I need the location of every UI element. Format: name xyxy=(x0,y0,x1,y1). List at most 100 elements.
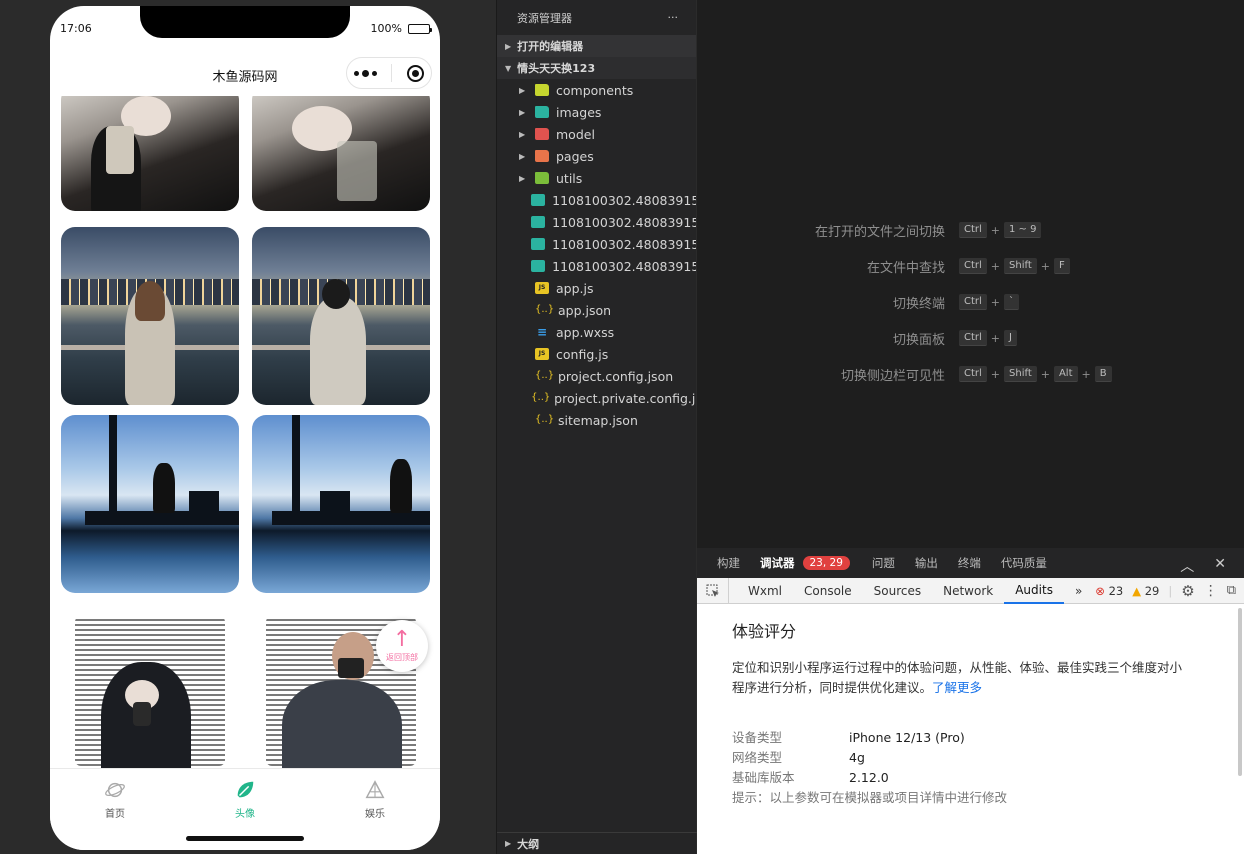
tree-file[interactable]: ▶JSapp.js xyxy=(497,277,696,299)
tree-folder[interactable]: ▶ components xyxy=(497,79,696,101)
devtools-tab-sources[interactable]: Sources xyxy=(863,578,932,604)
tree-item-label: model xyxy=(556,126,595,142)
tab-build[interactable]: 构建 xyxy=(717,555,740,571)
more-actions-icon[interactable]: ··· xyxy=(668,11,679,24)
tree-file[interactable]: ▶≡app.wxss xyxy=(497,321,696,343)
shortcut-key: F xyxy=(1053,258,1070,274)
avatar-image[interactable] xyxy=(61,96,239,211)
tab-problems[interactable]: 问题 xyxy=(872,555,895,571)
bottom-panel: 构建 调试器 23, 29 问题 输出 终端 代码质量 ︿ ✕ Wxml Con… xyxy=(697,548,1244,854)
tree-item-label: components xyxy=(556,82,634,98)
devtools-tab-console[interactable]: Console xyxy=(793,578,863,604)
nav-title: 木鱼源码网 xyxy=(212,69,278,85)
phone-notch xyxy=(140,6,350,38)
audit-title: 体验评分 xyxy=(732,622,797,641)
open-editors-section[interactable]: ▶ 打开的编辑器 xyxy=(497,35,696,57)
close-target-icon[interactable] xyxy=(406,64,424,82)
tree-file[interactable]: ▶{..}project.config.json xyxy=(497,365,696,387)
home-indicator xyxy=(186,836,304,841)
tree-folder[interactable]: ▶ images xyxy=(497,101,696,123)
more-tabs-icon[interactable]: » xyxy=(1064,578,1093,604)
tree-folder[interactable]: ▶ utils xyxy=(497,167,696,189)
chevron-right-icon: ▶ xyxy=(519,173,526,183)
shortcut-key: Shift xyxy=(1004,366,1037,382)
tree-file[interactable]: ▶{..}app.json xyxy=(497,299,696,321)
devtools-tab-audits[interactable]: Audits xyxy=(1004,578,1064,604)
back-to-top-label: 返回顶部 xyxy=(386,652,418,662)
avatar-image[interactable] xyxy=(252,96,430,211)
scrollbar[interactable] xyxy=(1238,608,1242,776)
tree-folder[interactable]: ▶ pages xyxy=(497,145,696,167)
tree-file[interactable]: ▶1108100302.48083915... xyxy=(497,233,696,255)
error-count[interactable]: ⊗ 23 xyxy=(1095,584,1123,598)
folder-icon xyxy=(535,84,549,96)
close-icon[interactable]: ✕ xyxy=(1214,556,1226,576)
shortcut-row: 在文件中查找 Ctrl + Shift + F xyxy=(697,256,1244,276)
image-file-icon xyxy=(531,238,546,250)
avatar-image[interactable] xyxy=(61,606,239,768)
leaf-icon xyxy=(237,781,254,798)
kebab-menu-icon[interactable]: ⋮ xyxy=(1204,583,1218,599)
shortcut-key: Ctrl xyxy=(959,294,987,310)
network-label: 网络类型 xyxy=(732,750,783,765)
device-row: 设备类型 iPhone 12/13 (Pro) xyxy=(732,728,1192,748)
json-file-icon: {..} xyxy=(535,370,555,381)
file-tree: ▶ components ▶ images ▶ model ▶ pages ▶ utils ▶110… xyxy=(497,79,696,431)
learn-more-link[interactable]: 了解更多 xyxy=(932,680,982,695)
tab-terminal[interactable]: 终端 xyxy=(958,555,981,571)
devtools-tab-wxml[interactable]: Wxml xyxy=(737,578,793,604)
chevron-up-icon[interactable]: ︿ xyxy=(1180,556,1194,576)
lib-version-row: 基础库版本 2.12.0 xyxy=(732,768,1192,788)
tree-folder[interactable]: ▶ model xyxy=(497,123,696,145)
more-dots-icon[interactable] xyxy=(354,69,378,77)
image-file-icon xyxy=(531,216,546,228)
chevron-right-icon: ▶ xyxy=(505,839,512,848)
warning-count[interactable]: ▲ 29 xyxy=(1132,584,1159,598)
tree-item-label: app.js xyxy=(556,280,594,296)
chevron-right-icon: ▶ xyxy=(505,41,512,51)
chevron-right-icon: ▶ xyxy=(519,129,526,139)
dock-icon[interactable]: ⧉ xyxy=(1227,583,1236,598)
js-file-icon: JS xyxy=(535,282,549,294)
avatar-image[interactable] xyxy=(61,227,239,405)
tab-home[interactable]: 首页 xyxy=(50,769,180,850)
avatar-image[interactable] xyxy=(252,227,430,405)
tab-entertainment[interactable]: 娱乐 xyxy=(310,769,440,850)
inspect-element-icon[interactable] xyxy=(697,577,729,604)
audit-panel: 体验评分 定位和识别小程序运行过程中的体验问题，从性能、体验、最佳实践三个维度对… xyxy=(732,618,1192,808)
tree-file[interactable]: ▶{..}project.private.config.js... xyxy=(497,387,696,409)
devtools-tab-network[interactable]: Network xyxy=(932,578,1004,604)
devtools-status: ⊗ 23 ▲ 29 | ⚙ ⋮ ⧉ xyxy=(1095,581,1236,600)
explorer-pane: 资源管理器 ··· ▶ 打开的编辑器 ▼ 情头天天换123 ▶ component… xyxy=(496,0,697,854)
tree-item-label: 1108100302.48083915... xyxy=(552,214,696,230)
devtools-toolbar: Wxml Console Sources Network Audits » ⊗ … xyxy=(697,577,1244,604)
network-value: 4g xyxy=(849,750,865,765)
tree-file[interactable]: ▶1108100302.48083915... xyxy=(497,255,696,277)
folder-icon xyxy=(535,106,549,118)
tree-file[interactable]: ▶{..}sitemap.json xyxy=(497,409,696,431)
panel-tabs: 构建 调试器 23, 29 问题 输出 终端 代码质量 xyxy=(697,548,1244,578)
tab-debugger[interactable]: 调试器 xyxy=(760,555,795,571)
planet-icon xyxy=(105,782,125,798)
tree-item-label: 1108100302.48083915... xyxy=(552,236,696,252)
lib-version-value: 2.12.0 xyxy=(849,770,889,785)
back-to-top-button[interactable]: ↑ 返回顶部 xyxy=(376,620,428,672)
tree-file[interactable]: ▶JSconfig.js xyxy=(497,343,696,365)
project-section[interactable]: ▼ 情头天天换123 xyxy=(497,57,696,79)
explorer-header: 资源管理器 ··· xyxy=(497,0,696,35)
gear-icon[interactable]: ⚙ xyxy=(1181,582,1194,600)
tree-item-label: project.private.config.js... xyxy=(554,390,696,406)
tree-file[interactable]: ▶1108100302.48083915... xyxy=(497,211,696,233)
shortcut-label: 切换侧边栏可见性 xyxy=(840,368,945,384)
avatar-image[interactable] xyxy=(61,415,239,593)
outline-section[interactable]: ▶ 大纲 xyxy=(497,832,697,854)
css-file-icon: ≡ xyxy=(536,325,548,339)
avatar-image[interactable] xyxy=(252,415,430,593)
shortcut-key: Shift xyxy=(1004,258,1037,274)
tab-label: 娱乐 xyxy=(365,809,385,820)
tree-file[interactable]: ▶1108100302.48083915... xyxy=(497,189,696,211)
tab-output[interactable]: 输出 xyxy=(915,555,938,571)
tab-code-quality[interactable]: 代码质量 xyxy=(1001,555,1047,571)
folder-icon xyxy=(535,128,549,140)
tab-label: 头像 xyxy=(235,809,255,820)
